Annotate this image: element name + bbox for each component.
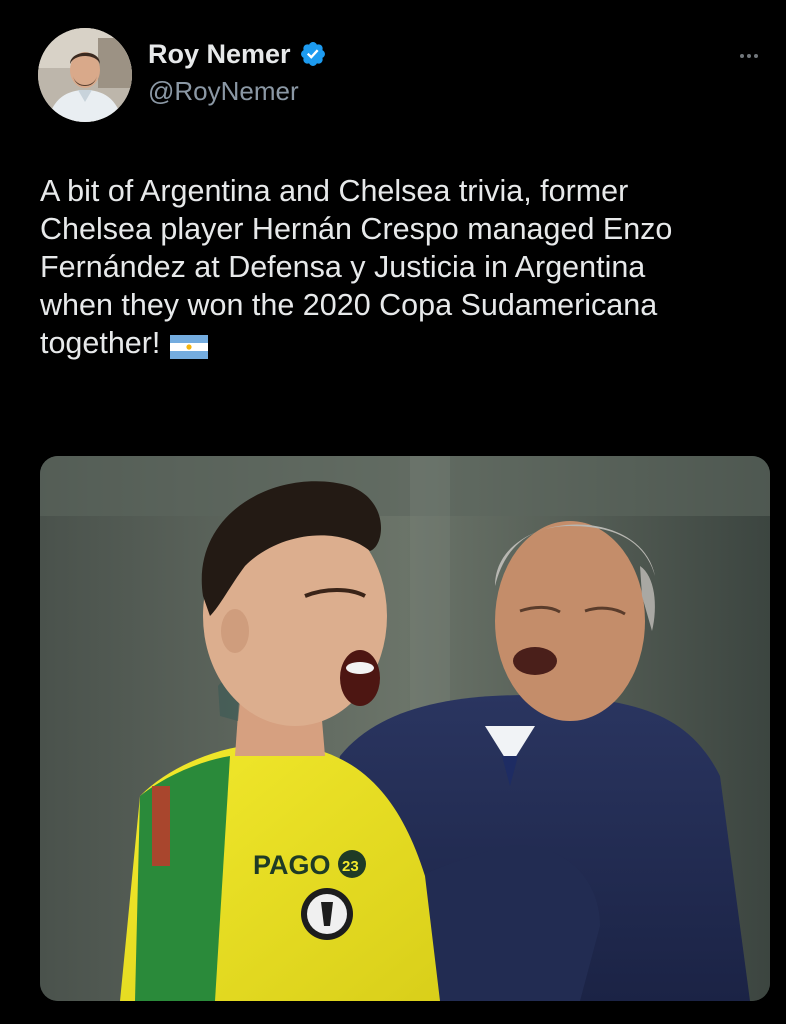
more-horizontal-icon-dot [747,54,751,58]
photo-image: PAGO 23 [40,456,770,1001]
kit-sponsor-text: PAGO [253,850,331,880]
avatar-image [38,28,132,122]
author-name-row: Roy Nemer [148,36,327,72]
tweet-photo[interactable]: PAGO 23 [40,456,770,1001]
author-block: Roy Nemer @RoyNemer [148,36,327,107]
more-horizontal-icon-dot [754,54,758,58]
tweet-card: Roy Nemer @RoyNemer A bit of Argentina a… [0,0,786,1024]
more-horizontal-icon-dot [740,54,744,58]
verified-badge-icon [299,40,327,68]
author-handle[interactable]: @RoyNemer [148,76,327,107]
more-options-button[interactable] [732,44,766,68]
kit-number-text: 23 [342,858,359,875]
avatar[interactable] [38,28,132,122]
tweet-text: A bit of Argentina and Chelsea trivia, f… [40,172,770,362]
argentina-flag-icon [170,330,209,359]
tweet-text-body: A bit of Argentina and Chelsea trivia, f… [40,174,673,360]
author-display-name[interactable]: Roy Nemer [148,39,291,70]
